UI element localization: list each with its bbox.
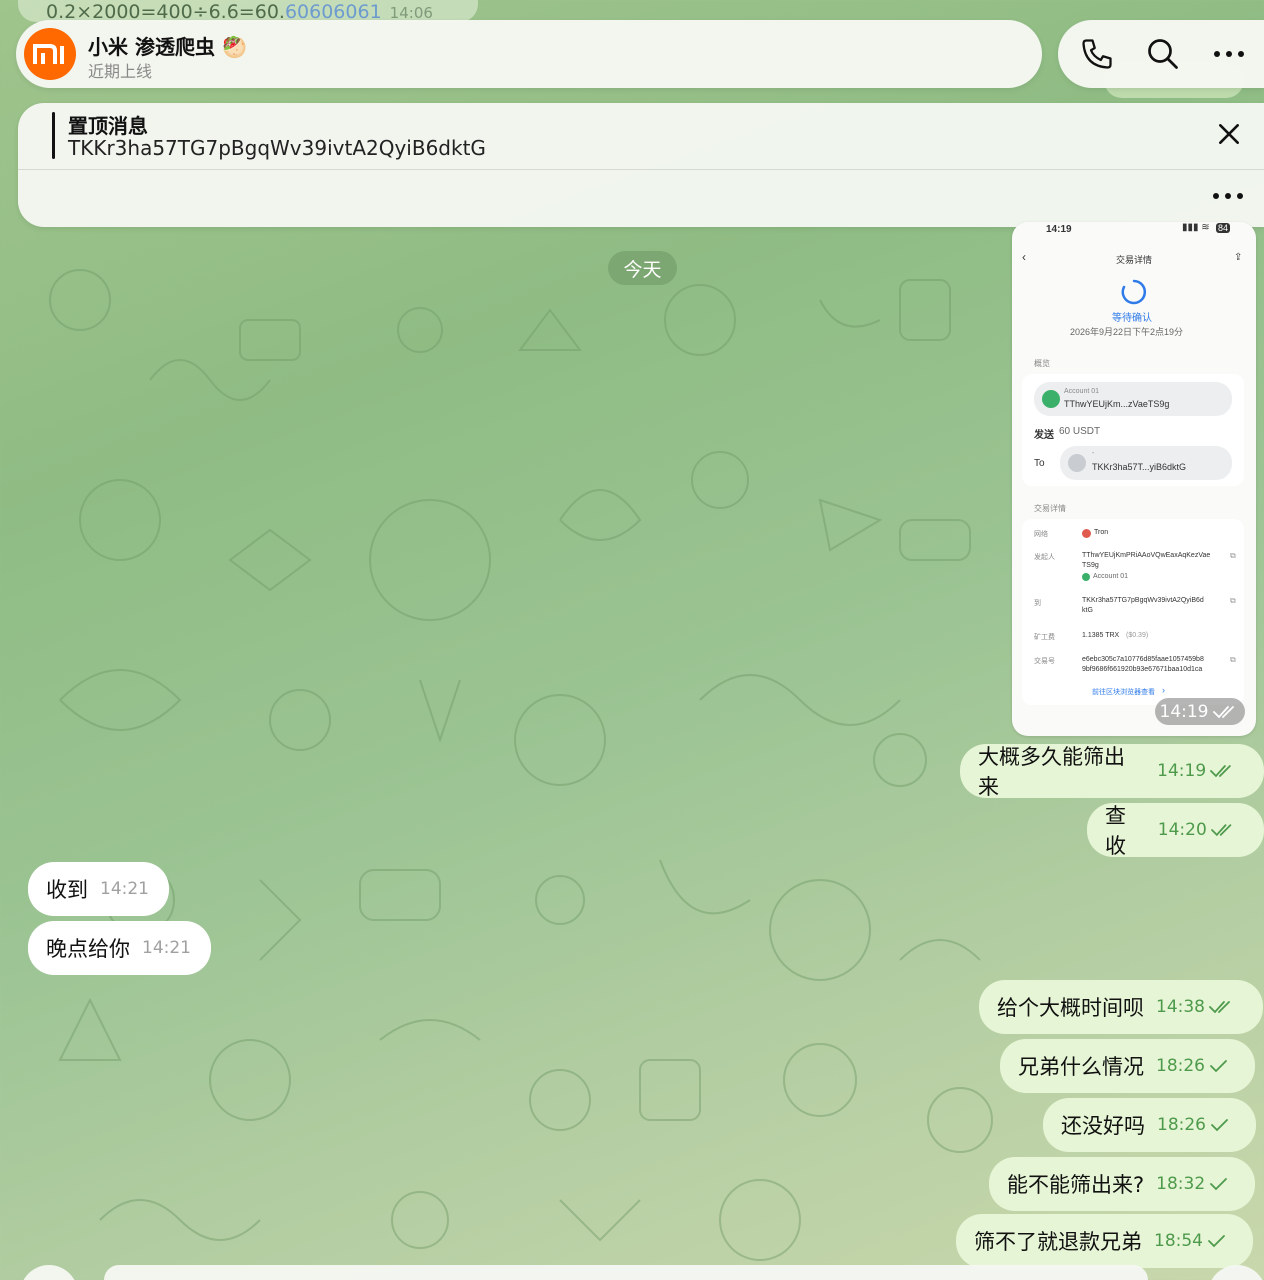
- sent-tick-icon: [1211, 1119, 1228, 1132]
- overview-label: 概览: [1034, 359, 1050, 368]
- initiator-value: TThwYEUjKmPRiAAoVQwEaxAqKezVae: [1082, 552, 1211, 559]
- screenshot-time-badge: 14:19: [1155, 698, 1245, 725]
- search-icon[interactable]: [1144, 35, 1182, 73]
- copy-icon: ⧉: [1230, 596, 1236, 605]
- title-emoji: 🥙: [221, 35, 247, 59]
- avatar[interactable]: [24, 28, 76, 80]
- overview-card: Account 01 TThwYEUjKm...zVaeTS9g 发送 60 U…: [1022, 374, 1244, 486]
- message-bubble-incoming[interactable]: 晚点给你 14:21: [28, 921, 211, 975]
- message-bubble-outgoing[interactable]: 查收 14:20: [1087, 803, 1264, 858]
- network-value: Tron: [1094, 529, 1109, 536]
- pinned-text[interactable]: TKKr3ha57TG7pBgqWv39ivtA2QyiB6dktG: [68, 136, 486, 160]
- date-separator: 今天: [608, 251, 677, 285]
- to-row-value-line2: ktG: [1082, 607, 1093, 614]
- network-label: 网络: [1034, 531, 1048, 538]
- signal-icon: ▮▮▮ ≋: [1182, 222, 1210, 233]
- sent-tick-icon: [1208, 1235, 1225, 1248]
- from-pill: Account 01 TThwYEUjKm...zVaeTS9g: [1034, 382, 1232, 416]
- wallet-screenshot: 14:19 ▮▮▮ ≋ 84 ‹ 交易详情 ⇪ 等待确认 2026年9月22日下…: [1012, 222, 1256, 736]
- read-ticks-icon: [1210, 765, 1231, 778]
- pending-spinner-icon: [1121, 279, 1147, 305]
- message-bubble-incoming[interactable]: 收到 14:21: [28, 862, 169, 916]
- chat-title: 小米 渗透爬虫 🥙: [88, 35, 247, 59]
- pinned-divider: [18, 169, 1264, 170]
- to-label: To: [1034, 458, 1045, 469]
- read-ticks-icon: [1210, 824, 1232, 837]
- initiator-value-line2: TS9g: [1082, 562, 1099, 569]
- details-label: 交易详情: [1034, 504, 1066, 513]
- sent-tick-icon: [1210, 1060, 1227, 1073]
- details-card: 网络 Tron 发起人 TThwYEUjKmPRiAAoVQwEaxAqKezV…: [1022, 519, 1244, 705]
- message-bubble-outgoing[interactable]: 大概多久能筛出来 14:19: [960, 744, 1264, 799]
- message-bubble-outgoing[interactable]: 还没好吗 18:26: [1043, 1098, 1256, 1152]
- from-address: TThwYEUjKm...zVaeTS9g: [1064, 399, 1170, 409]
- close-icon[interactable]: [1216, 121, 1242, 147]
- more-options-icon[interactable]: [1210, 35, 1248, 73]
- chevron-right-icon: ›: [1162, 685, 1165, 695]
- contact-avatar-icon: [1068, 454, 1086, 472]
- screenshot-page-title: 交易详情: [1116, 255, 1153, 265]
- chat-status: 近期上线: [88, 62, 153, 81]
- hash-label: 交易号: [1034, 658, 1055, 665]
- partial-message-top: 0.2×2000=400÷6.6=60.60606061 14:06: [18, 0, 478, 23]
- from-account: Account 01: [1064, 388, 1100, 395]
- message-input[interactable]: [104, 1265, 1148, 1280]
- chat-header[interactable]: 小米 渗透爬虫 🥙 近期上线: [16, 20, 1042, 88]
- hash-value-line2: 9bf9686f661920b93e67671baa10d1ca: [1082, 666, 1203, 673]
- fee-label: 矿工费: [1034, 634, 1055, 641]
- to-row-value: TKKr3ha57TG7pBgqWv39ivtA2QyiB6d: [1082, 597, 1204, 604]
- to-dash: -: [1092, 450, 1095, 457]
- send-amount: 60 USDT: [1059, 426, 1101, 437]
- screenshot-status-text: 等待确认: [1112, 313, 1152, 324]
- phone-icon[interactable]: [1078, 35, 1116, 73]
- message-bubble-outgoing[interactable]: 给个大概时间呗 14:38: [979, 980, 1263, 1034]
- copy-icon: ⧉: [1230, 551, 1236, 560]
- pinned-title: 置顶消息: [68, 114, 148, 138]
- initiator-label: 发起人: [1034, 554, 1055, 561]
- screenshot-message[interactable]: 14:19 ▮▮▮ ≋ 84 ‹ 交易详情 ⇪ 等待确认 2026年9月22日下…: [1012, 222, 1256, 736]
- explorer-link: 前往区块浏览器查看: [1092, 689, 1155, 696]
- message-bubble-outgoing[interactable]: 兄弟什么情况 18:26: [1000, 1039, 1255, 1093]
- message-bubble-outgoing[interactable]: 能不能筛出来? 18:32: [989, 1157, 1256, 1211]
- to-pill: - TKKr3ha57T...yiB6dktG: [1060, 446, 1232, 480]
- xiaomi-logo-icon: [33, 44, 64, 64]
- header-actions: [1058, 20, 1264, 88]
- screenshot-datetime: 2026年9月22日下午2点19分: [1070, 327, 1184, 337]
- to-address: TKKr3ha57T...yiB6dktG: [1092, 462, 1187, 472]
- battery-icon: 84: [1216, 223, 1231, 233]
- sent-tick-icon: [1210, 1178, 1228, 1191]
- hash-value: e6ebc305c7a10776d85faae1057459b8: [1082, 656, 1204, 663]
- pinned-message-panel[interactable]: 置顶消息 TKKr3ha57TG7pBgqWv39ivtA2QyiB6dktG: [18, 103, 1264, 227]
- copy-icon: ⧉: [1230, 655, 1236, 664]
- screenshot-status-time: 14:19: [1046, 224, 1072, 235]
- pinned-indicator-bar: [52, 112, 55, 159]
- account-avatar-icon: [1042, 390, 1060, 408]
- back-arrow-icon: ‹: [1022, 250, 1026, 264]
- account-dot-icon: [1082, 573, 1090, 581]
- read-ticks-icon: [1212, 705, 1234, 718]
- to-row-label: 到: [1034, 600, 1041, 607]
- send-label: 发送: [1034, 430, 1054, 441]
- message-bubble-outgoing[interactable]: 筛不了就退款兄弟 18:54: [956, 1214, 1253, 1268]
- attach-button[interactable]: [20, 1265, 78, 1280]
- read-ticks-icon: [1209, 1001, 1230, 1014]
- fee-value: 1.1385 TRX: [1082, 632, 1120, 639]
- share-icon: ⇪: [1234, 252, 1243, 263]
- tron-icon: [1082, 529, 1091, 538]
- more-options-icon[interactable]: [1210, 187, 1246, 205]
- initiator-account: Account 01: [1093, 573, 1129, 580]
- fee-usd: ($0.39): [1126, 632, 1149, 639]
